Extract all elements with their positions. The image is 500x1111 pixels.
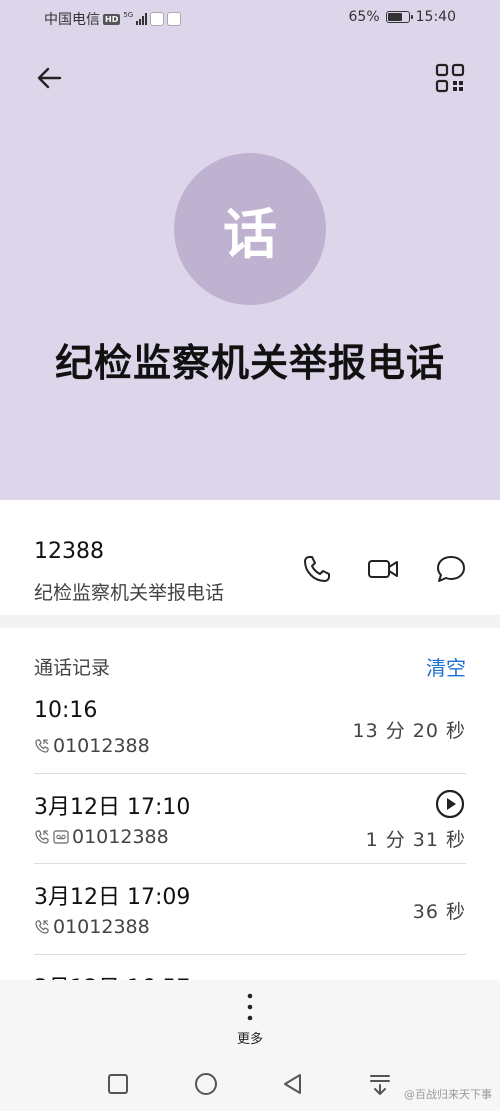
more-label[interactable]: 更多 (0, 1028, 500, 1047)
app-notification-icon (150, 12, 165, 26)
call-number: 01012388 (34, 826, 169, 848)
phone-incoming-icon (35, 920, 49, 934)
download-icon[interactable] (368, 1072, 392, 1096)
hd-badge: HD (103, 13, 121, 25)
call-number-text: 01012388 (53, 735, 150, 757)
message-icon[interactable] (434, 552, 468, 586)
voicemail-icon (53, 830, 69, 844)
call-duration: 13 分 20 秒 (352, 720, 466, 742)
carrier-name: 中国电信 (44, 12, 100, 28)
call-duration: 1 分 31 秒 (365, 829, 466, 851)
more-icon[interactable] (246, 992, 254, 1022)
phone-icon[interactable] (300, 552, 334, 586)
call-time[interactable]: 10:16 (34, 698, 97, 723)
contact-name: 纪检监察机关举报电话 (54, 341, 445, 385)
triangle-back-icon[interactable] (281, 1072, 305, 1096)
watermark: @百战归来天下事 (404, 1088, 492, 1101)
phone-number-label: 纪检监察机关举报电话 (34, 582, 225, 604)
contact-avatar: 话 (174, 153, 326, 305)
qr-code-icon[interactable] (434, 62, 466, 94)
clear-button[interactable]: 清空 (426, 652, 466, 681)
status-bar: 中国电信 HD 5G 65% 15:40 (0, 0, 500, 36)
signal-icon (136, 13, 148, 25)
network-type: 5G (123, 11, 134, 19)
call-number-text: 01012388 (53, 916, 150, 938)
phone-number[interactable]: 12388 (34, 539, 104, 564)
play-recording-icon[interactable] (434, 788, 466, 820)
clock: 15:40 (415, 9, 456, 25)
video-call-icon[interactable] (366, 552, 400, 586)
call-number-text: 01012388 (72, 826, 169, 848)
battery-percent: 65% (348, 9, 380, 25)
call-time[interactable]: 3月12日 17:10 (34, 789, 190, 821)
status-left: 中国电信 HD 5G (44, 9, 182, 29)
divider (34, 773, 466, 774)
phone-incoming-icon (35, 830, 49, 844)
call-number: 01012388 (34, 916, 150, 938)
square-icon[interactable] (106, 1072, 130, 1096)
divider (34, 863, 466, 864)
status-right: 65% 15:40 (349, 9, 456, 25)
call-duration: 36 秒 (412, 901, 466, 923)
divider (34, 954, 466, 955)
app-notification-icon-2 (167, 12, 182, 26)
call-time[interactable]: 3月12日 17:09 (34, 879, 190, 911)
call-number: 01012388 (34, 735, 150, 757)
battery-icon (385, 11, 413, 23)
call-log-title: 通话记录 (34, 657, 111, 679)
phone-incoming-icon (35, 739, 49, 753)
circle-icon[interactable] (194, 1072, 218, 1096)
arrow-left-icon[interactable] (34, 62, 66, 94)
